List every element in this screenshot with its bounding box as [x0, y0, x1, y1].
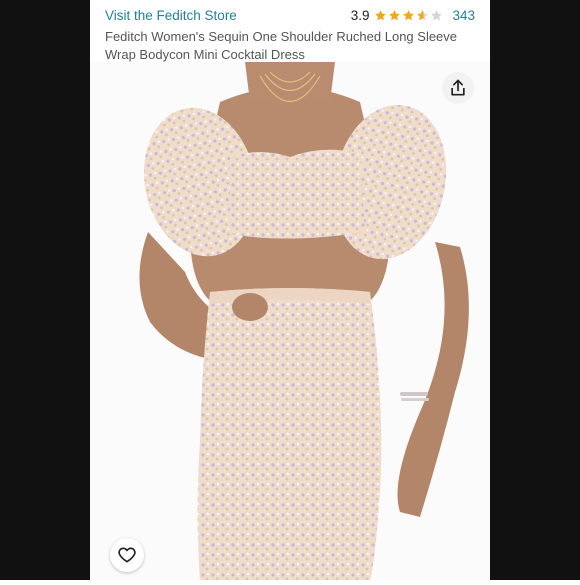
- star-icon: [431, 10, 443, 21]
- star-icon: [389, 10, 401, 21]
- star-icon: [403, 10, 415, 21]
- favorite-button[interactable]: [110, 538, 144, 572]
- heart-icon: [118, 547, 136, 563]
- product-illustration: [139, 62, 469, 580]
- rating-value: 3.9: [350, 8, 370, 23]
- star-icon: [375, 10, 387, 21]
- product-title: Feditch Women's Sequin One Shoulder Ruch…: [105, 29, 458, 62]
- rating-count[interactable]: 343: [452, 8, 475, 23]
- store-link[interactable]: Visit the Feditch Store: [105, 8, 237, 23]
- star-icon: [417, 10, 429, 21]
- product-photo[interactable]: [90, 62, 490, 580]
- left-letterbox: [0, 0, 90, 580]
- share-icon: [451, 79, 465, 96]
- star-rating: [374, 9, 443, 22]
- product-header: Visit the Feditch Store 3.9 343 Feditch …: [105, 6, 475, 66]
- right-letterbox: [490, 0, 580, 580]
- share-button[interactable]: [442, 72, 474, 104]
- rating-summary[interactable]: 3.9 343: [351, 8, 475, 23]
